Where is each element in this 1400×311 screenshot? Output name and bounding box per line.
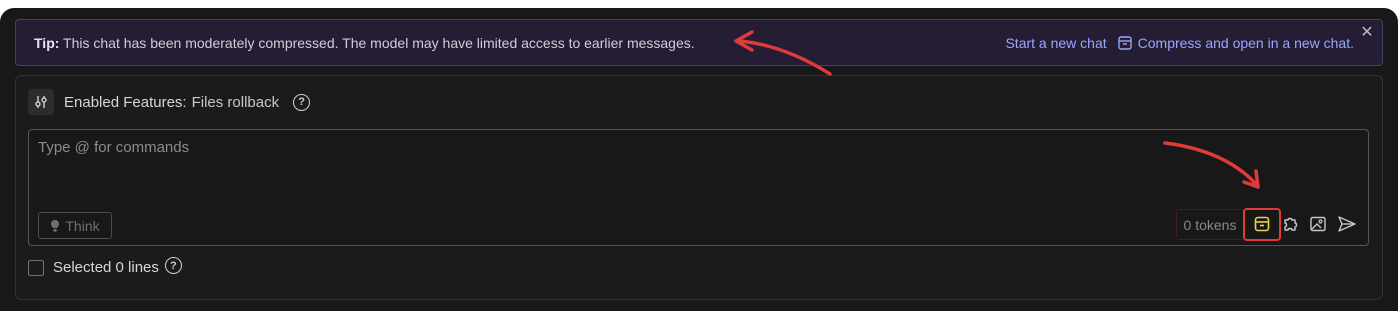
help-icon[interactable]: ? (164, 257, 182, 274)
message-input[interactable]: Type @ for commands Think 0 tokens (28, 129, 1369, 246)
archive-icon (1117, 36, 1132, 50)
selected-lines-row: Selected 0 lines ? (28, 257, 182, 276)
send-icon (1338, 216, 1356, 232)
sliders-icon[interactable] (28, 89, 54, 115)
chat-input-panel: Enabled Features: Files rollback ? Type … (15, 75, 1383, 300)
tip-label: Tip: (34, 35, 60, 51)
plugin-button[interactable] (1276, 210, 1304, 238)
tip-text: Tip: This chat has been moderately compr… (34, 35, 695, 51)
compress-open-link[interactable]: Compress and open in a new chat. (1117, 35, 1354, 51)
select-lines-checkbox[interactable] (28, 259, 44, 276)
close-icon[interactable]: ✕ (1358, 24, 1376, 42)
think-label: Think (65, 217, 100, 234)
selected-lines-label: Selected 0 lines (53, 259, 159, 276)
think-button[interactable]: Think (38, 212, 112, 239)
image-button[interactable] (1304, 210, 1332, 238)
compress-open-label: Compress and open in a new chat. (1137, 35, 1354, 51)
features-label: Enabled Features: (64, 93, 187, 111)
send-button[interactable] (1333, 210, 1361, 238)
tip-message: This chat has been moderately compressed… (63, 35, 695, 51)
lightbulb-icon (51, 219, 60, 232)
compression-tip-banner: Tip: This chat has been moderately compr… (15, 19, 1383, 66)
tip-actions: Start a new chat Compress and open in a … (1005, 35, 1354, 51)
image-icon (1310, 216, 1326, 232)
input-placeholder: Type @ for commands (38, 139, 190, 156)
help-icon[interactable]: ? (293, 93, 311, 111)
token-counter: 0 tokens (1176, 209, 1244, 240)
enabled-features: Enabled Features: Files rollback ? (28, 89, 311, 115)
start-new-chat-link[interactable]: Start a new chat (1005, 35, 1106, 51)
features-value: Files rollback (191, 93, 280, 111)
puzzle-icon (1284, 217, 1298, 231)
